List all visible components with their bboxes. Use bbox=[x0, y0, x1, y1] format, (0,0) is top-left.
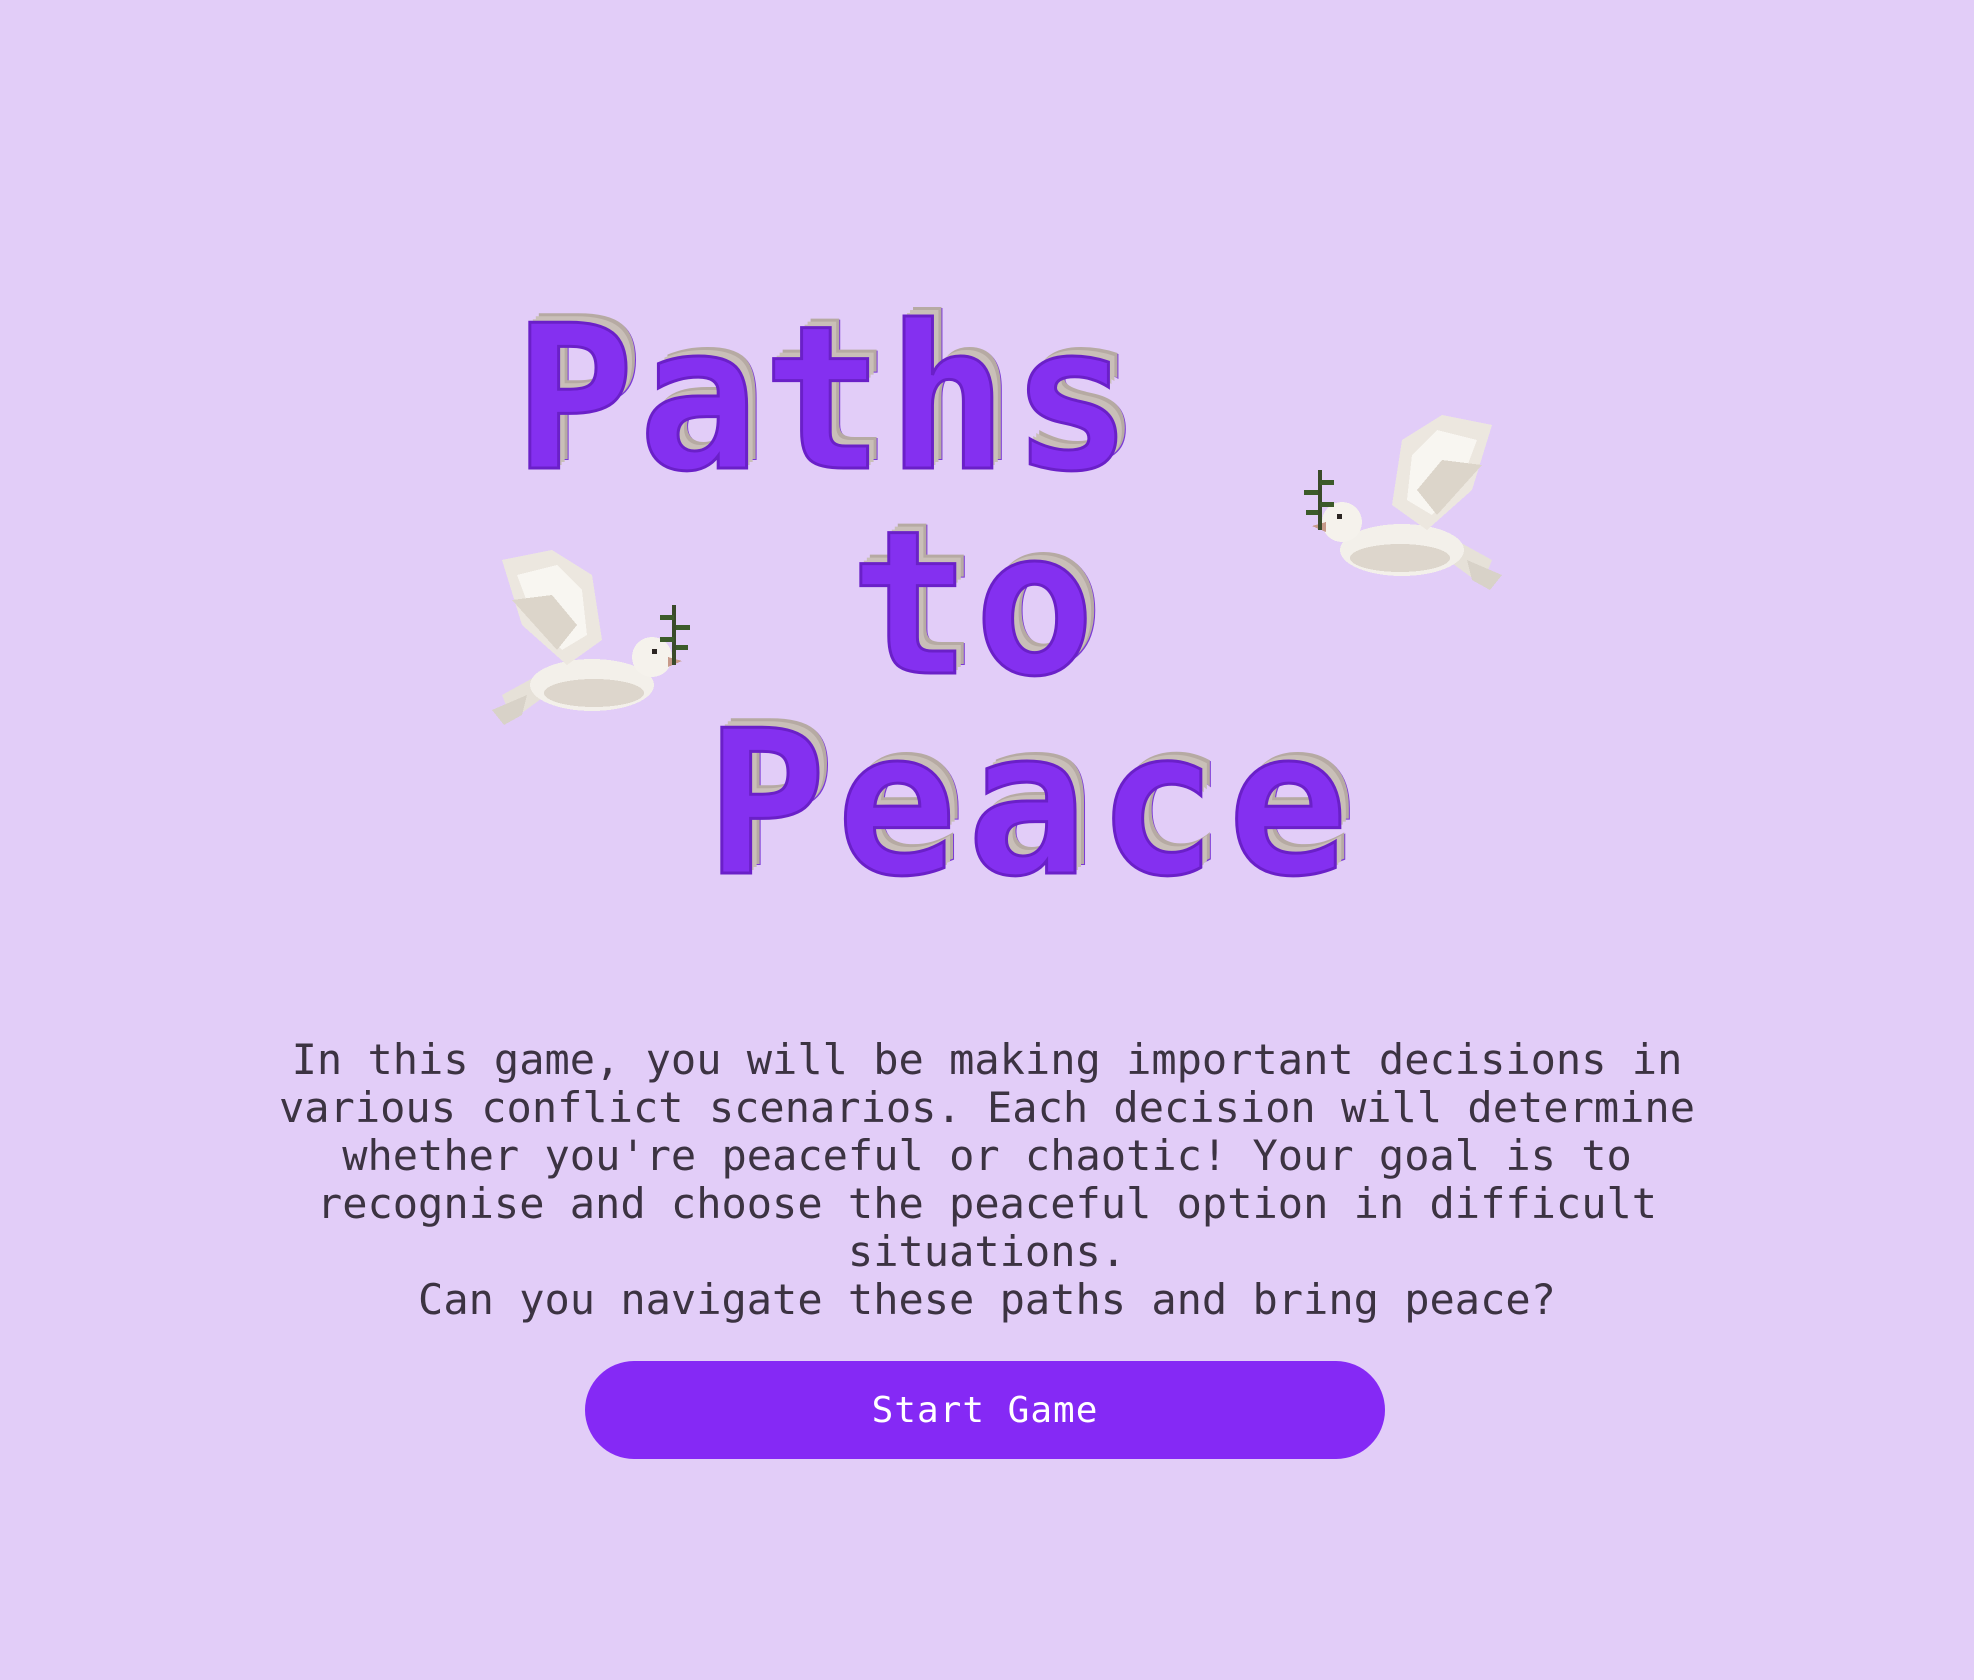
title-line-peace: Peace bbox=[704, 688, 1359, 921]
intro-question: Can you navigate these paths and bring p… bbox=[418, 1275, 1556, 1324]
intro-paragraph: In this game, you will be making importa… bbox=[278, 1035, 1696, 1276]
title-line-paths: Paths bbox=[512, 283, 1137, 516]
dove-right-icon bbox=[1282, 410, 1512, 600]
start-game-button[interactable]: Start Game bbox=[585, 1361, 1385, 1459]
intro-text-block: In this game, you will be making importa… bbox=[0, 1036, 1974, 1324]
game-title-logo: Paths to Peace bbox=[0, 0, 1974, 1000]
dove-left-icon bbox=[482, 545, 712, 735]
title-line-to: to bbox=[849, 488, 1099, 721]
